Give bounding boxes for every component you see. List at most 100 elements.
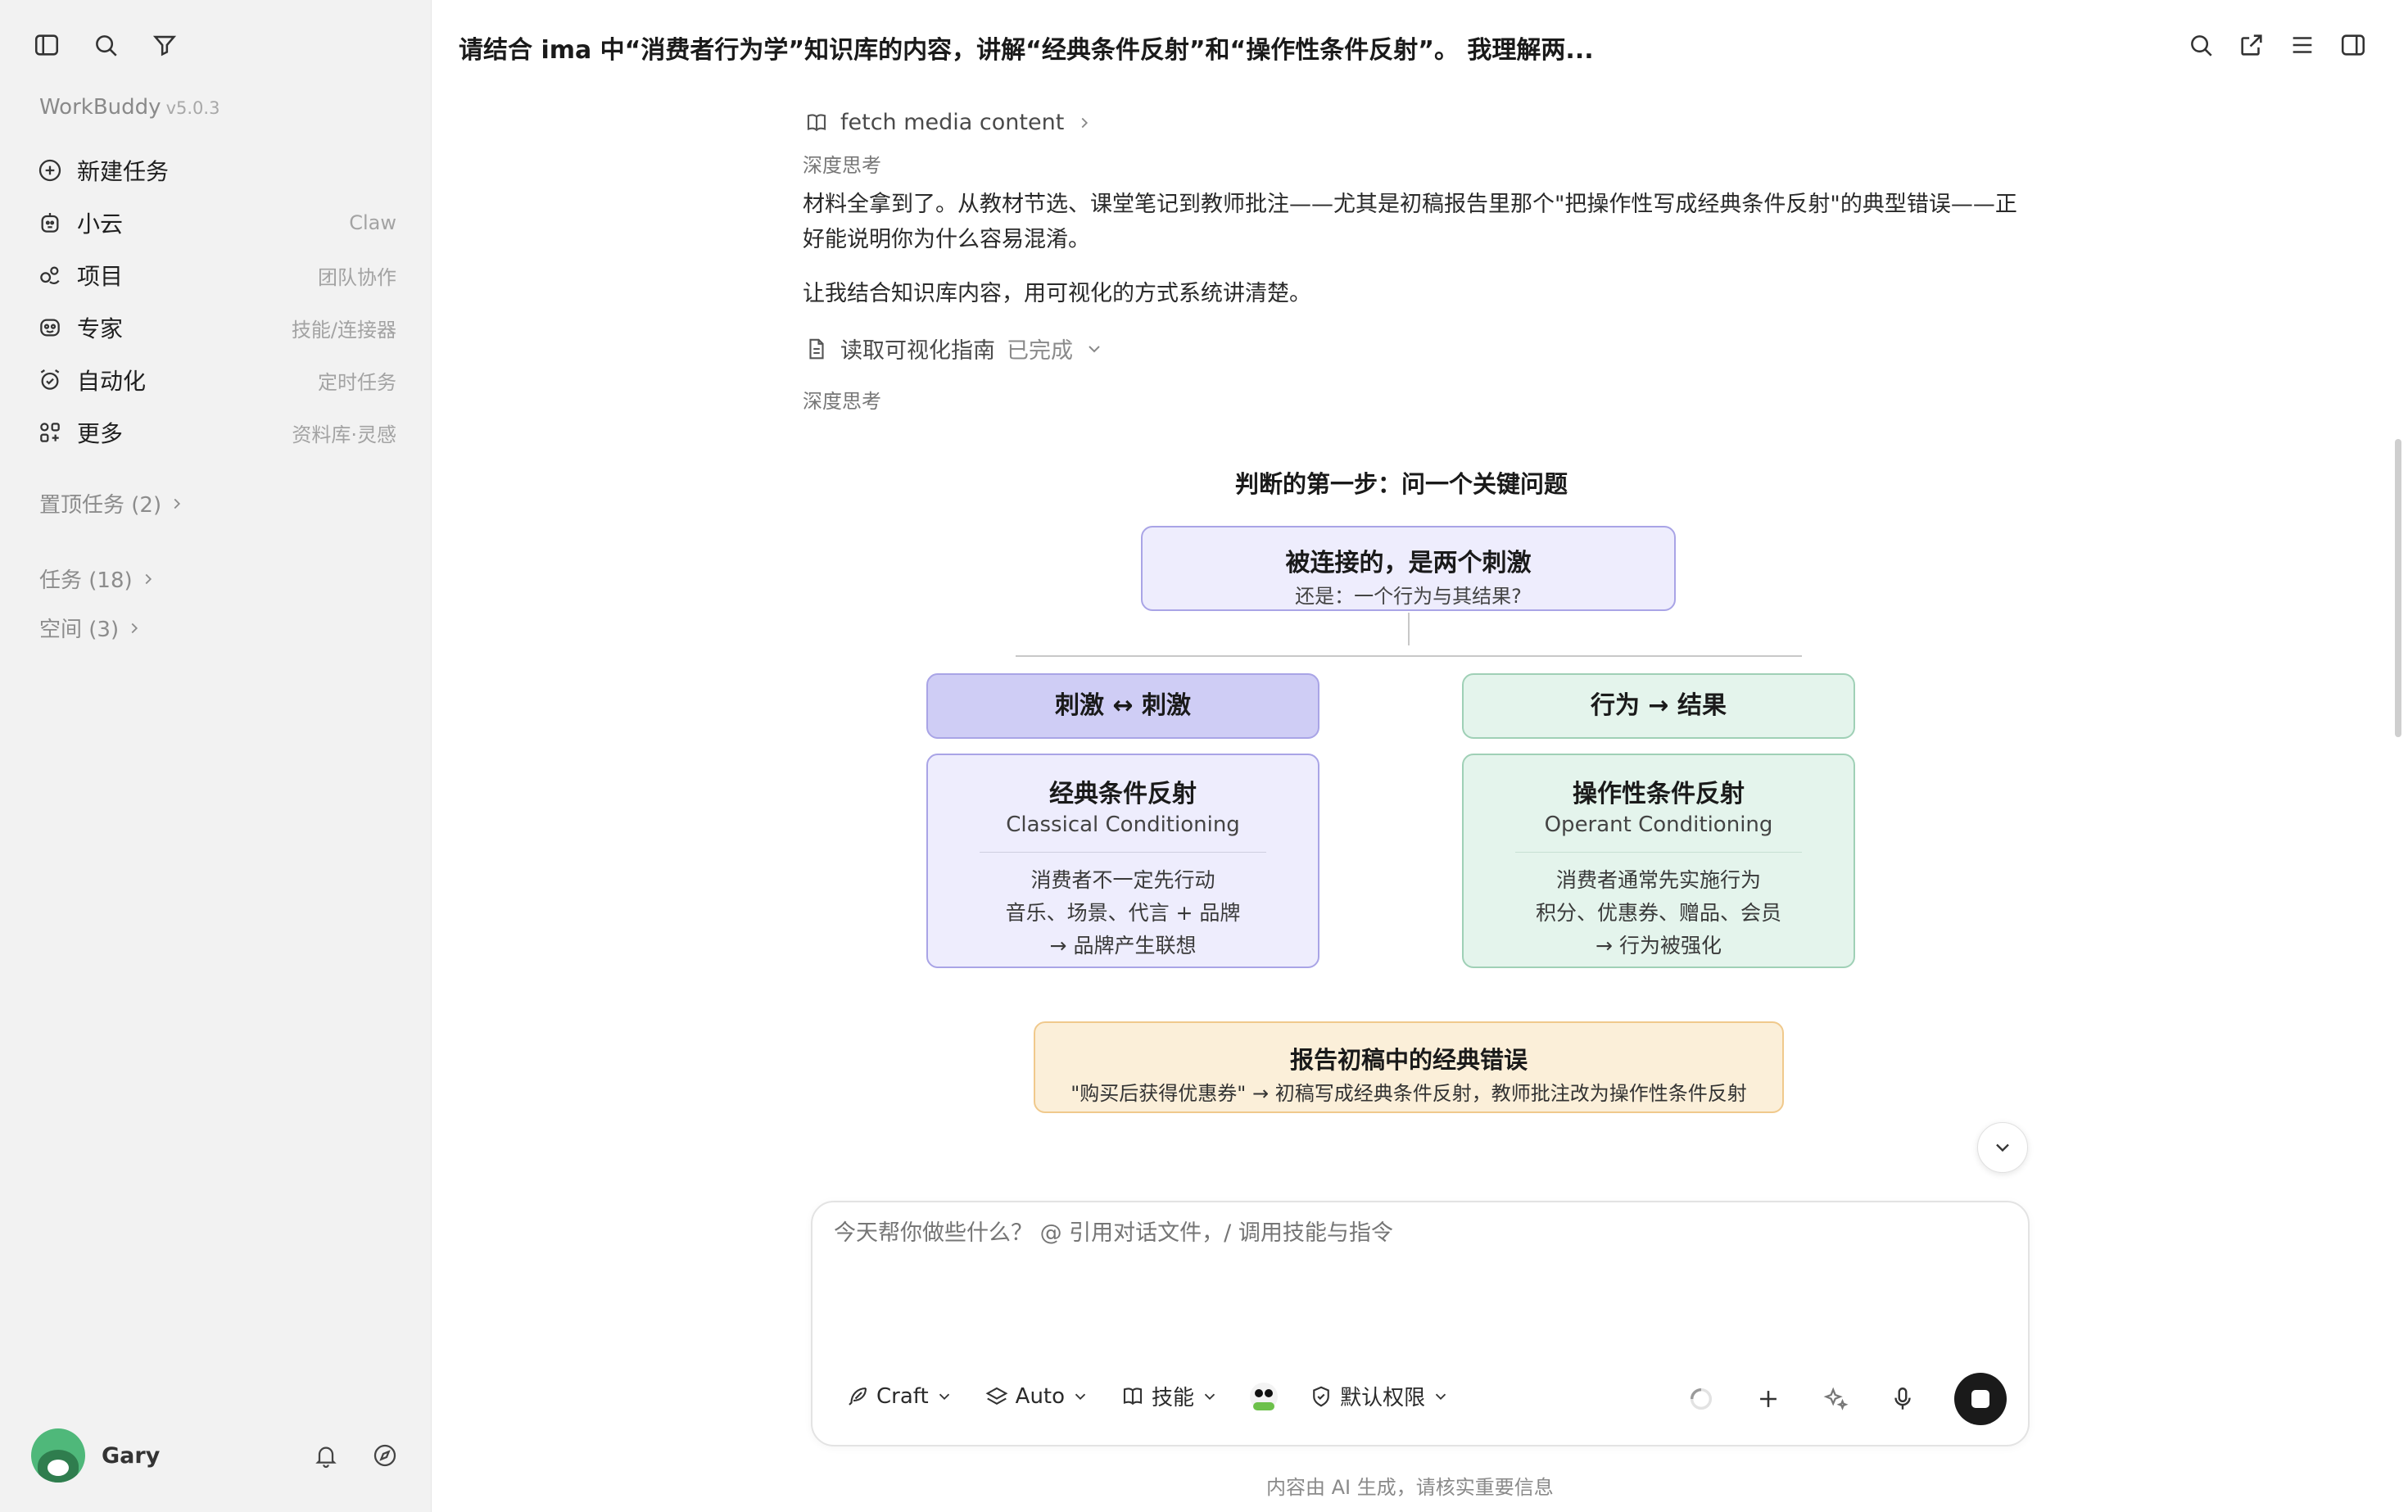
expert-icon xyxy=(36,314,64,342)
thinking-label[interactable]: 深度思考 xyxy=(803,149,881,178)
chevron-right-icon xyxy=(145,573,152,584)
microphone-icon[interactable] xyxy=(1887,1383,1918,1415)
mode-label: Craft xyxy=(876,1383,929,1409)
header-toolbar xyxy=(2185,29,2369,61)
avatar[interactable] xyxy=(31,1428,85,1483)
card-title: 经典条件反射 xyxy=(1049,780,1197,808)
compass-icon[interactable] xyxy=(370,1441,400,1470)
brand-version: v5.0.3 xyxy=(165,98,220,118)
sidebar-item-projects[interactable]: 项目 团队协作 xyxy=(36,249,396,301)
chevron-down-icon xyxy=(939,1393,949,1400)
stop-icon xyxy=(1971,1390,1989,1408)
skills-label: 技能 xyxy=(1152,1386,1195,1410)
card-subtitle: Classical Conditioning xyxy=(1006,813,1240,837)
divider xyxy=(1515,852,1802,853)
card-classical-conditioning: 经典条件反射 Classical Conditioning 消费者不一定先行动 … xyxy=(926,754,1319,968)
question-sub: 还是：一个行为与其结果? xyxy=(1295,585,1522,608)
tool-call-status: 已完成 xyxy=(1007,338,1073,364)
error-callout: 报告初稿中的经典错误 "购买后获得优惠券" → 初稿写成经典条件反射，教师批注改… xyxy=(1034,1021,1784,1113)
sidebar-group-tasks[interactable]: 任务 (18) xyxy=(39,564,157,594)
divider xyxy=(980,852,1266,853)
panda-icon[interactable] xyxy=(1250,1382,1279,1410)
sidebar-item-automation[interactable]: 自动化 定时任务 xyxy=(36,354,396,406)
scroll-to-bottom-button[interactable] xyxy=(1977,1122,2028,1173)
card-operant-conditioning: 操作性条件反射 Operant Conditioning 消费者通常先实施行为 … xyxy=(1462,754,1855,968)
assistant-paragraph: 让我结合知识库内容，用可视化的方式系统讲清楚。 xyxy=(803,281,1311,306)
skills-selector[interactable]: 技能 xyxy=(1120,1381,1219,1411)
robot-icon xyxy=(36,209,64,237)
error-text: "购买后获得优惠券" → 初稿写成经典条件反射，教师批注改为操作性条件反射 xyxy=(1070,1082,1747,1105)
loading-spinner-icon xyxy=(1686,1383,1717,1415)
search-icon[interactable] xyxy=(90,29,121,61)
card-line: → 行为被强化 xyxy=(1596,934,1722,957)
card-title: 操作性条件反射 xyxy=(1573,780,1745,808)
branch-head-stimulus: 刺激 ↔ 刺激 xyxy=(926,673,1319,739)
error-title: 报告初稿中的经典错误 xyxy=(1289,1046,1528,1074)
sidebar-group-pinned[interactable]: 置顶任务 (2) xyxy=(39,488,186,518)
list-icon[interactable] xyxy=(2287,29,2318,61)
search-icon[interactable] xyxy=(2185,29,2216,61)
permission-label: 默认权限 xyxy=(1340,1386,1426,1410)
mode-selector[interactable]: Craft xyxy=(845,1384,953,1409)
toggle-sidebar-icon[interactable] xyxy=(31,29,62,61)
model-selector[interactable]: Auto xyxy=(984,1384,1089,1409)
diagram-title: 判断的第一步：问一个关键问题 xyxy=(1235,470,1568,498)
card-line: 音乐、场景、代言 + 品牌 xyxy=(1005,901,1241,925)
composer-toolbar: Craft Auto 技能 默认权限 xyxy=(845,1381,1450,1411)
message-input[interactable] xyxy=(834,1220,1980,1246)
feather-icon xyxy=(849,1387,867,1406)
sidebar-group-spaces[interactable]: 空间 (3) xyxy=(39,613,143,643)
chevron-down-icon xyxy=(1089,345,1100,352)
card-line: 积分、优惠券、赠品、会员 xyxy=(1535,901,1781,925)
scrollbar[interactable] xyxy=(2395,439,2401,737)
side-panel-icon[interactable] xyxy=(2338,29,2369,61)
sidebar-item-label: 更多 xyxy=(77,420,124,447)
sidebar-item-label: 小云 xyxy=(77,211,124,238)
card-line: → 品牌产生联想 xyxy=(1049,934,1197,957)
sidebar-item-hint: 资料库·灵感 xyxy=(292,423,396,446)
connector-line xyxy=(1016,655,1802,657)
brand-name: WorkBuddy xyxy=(39,95,161,120)
shield-check-icon xyxy=(1313,1386,1329,1406)
layers-icon xyxy=(985,1387,1008,1405)
connector-line xyxy=(1408,613,1410,645)
sidebar-item-hint: 定时任务 xyxy=(318,370,396,394)
ai-disclaimer: 内容由 AI 生成，请核实重要信息 xyxy=(1266,1476,1554,1499)
sidebar-item-new-task[interactable]: 新建任务 xyxy=(36,144,396,197)
tool-call-label: fetch media content xyxy=(840,110,1065,135)
question-main: 被连接的，是两个刺激 xyxy=(1285,549,1532,577)
assistant-paragraph: 材料全拿到了。从教材节选、课堂笔记到教师批注——尤其是初稿报告里那个"把操作性写… xyxy=(803,192,2017,252)
sidebar-item-experts[interactable]: 专家 技能/连接器 xyxy=(36,301,396,354)
bell-icon[interactable] xyxy=(311,1441,341,1470)
user-bar: Gary xyxy=(31,1428,400,1483)
user-name: Gary xyxy=(102,1442,161,1469)
filter-icon[interactable] xyxy=(149,29,180,61)
chevron-down-icon xyxy=(1435,1393,1446,1400)
stop-generation-button[interactable] xyxy=(1954,1373,2007,1425)
chevron-right-icon xyxy=(174,498,181,509)
model-label: Auto xyxy=(1015,1383,1066,1409)
sidebar-group-label: 任务 (18) xyxy=(39,568,133,593)
sidebar-nav: 新建任务 小云 Claw 项目 团队协作 专家 技能/连接器 自动化 定时任务 … xyxy=(36,144,396,459)
sidebar-item-more[interactable]: 更多 资料库·灵感 xyxy=(36,406,396,459)
sidebar-item-hint: 团队协作 xyxy=(318,265,396,289)
card-subtitle: Operant Conditioning xyxy=(1544,813,1773,837)
plus-circle-icon xyxy=(36,156,64,184)
brand: WorkBuddy v5.0.3 xyxy=(39,95,220,120)
sparkle-icon[interactable] xyxy=(1820,1383,1851,1415)
document-icon xyxy=(809,338,824,359)
page-title: 请结合 ima 中“消费者行为学”知识库的内容，讲解“经典条件反射”和“操作性条… xyxy=(459,36,1594,65)
permission-selector[interactable]: 默认权限 xyxy=(1309,1381,1450,1411)
sidebar-item-hint: Claw xyxy=(349,211,396,234)
composer-actions xyxy=(1686,1373,2007,1425)
thinking-label[interactable]: 深度思考 xyxy=(803,385,881,414)
chevron-down-icon xyxy=(1996,1143,2009,1152)
tool-call-fetch[interactable]: fetch media content xyxy=(804,110,1093,135)
chat-header: 请结合 ima 中“消费者行为学”知识库的内容，讲解“经典条件反射”和“操作性条… xyxy=(432,0,2408,92)
sidebar-top-toolbar xyxy=(31,29,180,61)
tool-call-read-guide[interactable]: 读取可视化指南 已完成 xyxy=(804,333,1104,364)
sidebar-item-xiaoyun[interactable]: 小云 Claw xyxy=(36,197,396,249)
branch-head-behavior: 行为 → 结果 xyxy=(1462,673,1855,739)
add-attachment-icon[interactable] xyxy=(1753,1383,1784,1415)
share-icon[interactable] xyxy=(2236,29,2267,61)
